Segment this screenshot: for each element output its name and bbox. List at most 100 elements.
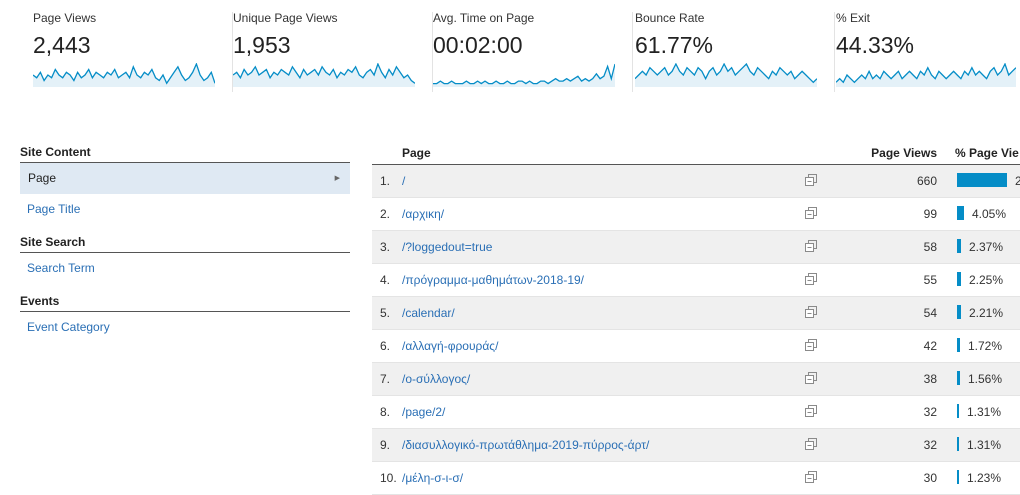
page-views-value: 660 (916, 174, 937, 188)
open-page-icon[interactable] (804, 404, 818, 418)
percent-bar (957, 437, 959, 451)
nav-section-heading: Events (20, 290, 350, 312)
row-number: 10. (380, 471, 397, 485)
column-header-page[interactable]: Page (402, 146, 431, 160)
page-link[interactable]: /page/2/ (402, 405, 445, 419)
metric-sparkline (836, 63, 1016, 87)
table-row: 10. /μέλη-σ-ι-σ/30 1.23% (372, 462, 1020, 495)
row-number: 5. (380, 306, 391, 320)
open-page-icon[interactable] (804, 470, 818, 484)
percent-value: 2.37% (969, 240, 1004, 254)
metric-sparkline (433, 63, 615, 87)
table-row: 8. /page/2/32 1.31% (372, 396, 1020, 429)
column-header-percent-page-views[interactable]: % Page Vie (955, 146, 1019, 160)
table-row: 4. /πρόγραμμα-μαθημάτων-2018-19/55 2.25% (372, 264, 1020, 297)
table-row: 5. /calendar/54 2.21% (372, 297, 1020, 330)
row-number: 8. (380, 405, 391, 419)
metric-divider (834, 12, 835, 92)
nav-item-label: Page (28, 171, 57, 185)
metric-label: % Exit (836, 11, 871, 25)
column-header-page-views[interactable]: Page Views (871, 146, 937, 160)
metric-value: 2,443 (33, 32, 91, 58)
percent-value: 1.72% (968, 339, 1003, 353)
table-row: 7. /ο-σύλλογος/38 1.56% (372, 363, 1020, 396)
nav-section-heading: Site Content (20, 141, 350, 163)
metric-4[interactable]: % Exit 44.33% (836, 10, 1020, 92)
percent-value: 4.05% (972, 207, 1007, 221)
percent-bar (957, 404, 959, 418)
page-link[interactable]: / (402, 174, 405, 188)
metric-value: 44.33% (836, 32, 915, 58)
table-row: 1. / 660 27.0 (372, 165, 1020, 198)
metric-value: 61.77% (635, 32, 714, 58)
nav-item[interactable]: Page Title (20, 194, 350, 225)
page-link[interactable]: /διασυλλογικό-πρωτάθλημα-2019-πύρρος-άρτ… (402, 438, 649, 452)
row-number: 4. (380, 273, 391, 287)
open-page-icon[interactable] (804, 173, 818, 187)
page-link[interactable]: /μέλη-σ-ι-σ/ (402, 471, 463, 485)
nav-item-label: Event Category (27, 320, 110, 334)
page-views-value: 32 (923, 438, 937, 452)
metric-2[interactable]: Avg. Time on Page 00:02:00 (433, 10, 633, 92)
nav-section-heading: Site Search (20, 231, 350, 253)
percent-value: 1.31% (967, 438, 1002, 452)
percent-bar (957, 239, 961, 253)
nav-item-label: Search Term (27, 261, 95, 275)
open-page-icon[interactable] (804, 371, 818, 385)
page-link[interactable]: /αρχικη/ (402, 207, 444, 221)
page-link[interactable]: /ο-σύλλογος/ (402, 372, 470, 386)
sparkline-area (233, 64, 415, 87)
nav-item[interactable]: Search Term (20, 253, 350, 284)
table-header: Page Page Views % Page Vie (372, 141, 1020, 165)
metric-sparkline (233, 63, 415, 87)
open-page-icon[interactable] (804, 272, 818, 286)
page-views-value: 58 (923, 240, 937, 254)
percent-value: 1.56% (968, 372, 1003, 386)
row-number: 3. (380, 240, 391, 254)
nav-item[interactable]: Page ▶ (20, 163, 350, 194)
page-link[interactable]: /πρόγραμμα-μαθημάτων-2018-19/ (402, 273, 584, 287)
percent-bar (957, 470, 959, 484)
row-number: 2. (380, 207, 391, 221)
page-link[interactable]: /?loggedout=true (402, 240, 492, 254)
open-page-icon[interactable] (804, 338, 818, 352)
metric-1[interactable]: Unique Page Views 1,953 (233, 10, 433, 92)
percent-bar (957, 305, 961, 319)
metric-label: Page Views (33, 11, 97, 25)
nav-item[interactable]: Event Category (20, 312, 350, 343)
metric-value: 00:02:00 (433, 32, 523, 58)
page-link[interactable]: /αλλαγή-φρουράς/ (402, 339, 498, 353)
open-page-icon[interactable] (804, 437, 818, 451)
metric-divider (632, 12, 633, 92)
table-row: 3. /?loggedout=true 58 2.37% (372, 231, 1020, 264)
table-row: 6. /αλλαγή-φρουράς/42 1.72% (372, 330, 1020, 363)
page-views-value: 30 (923, 471, 937, 485)
pages-table: Page Page Views % Page Vie 1. / 660 27.0 2. /… (372, 141, 1020, 495)
table-row: 9. /διασυλλογικό-πρωτάθλημα-2019-πύρρος-ά… (372, 429, 1020, 462)
page-views-value: 32 (923, 405, 937, 419)
percent-bar (957, 272, 961, 286)
page-link[interactable]: /calendar/ (402, 306, 455, 320)
table-body: 1. / 660 27.0 2. /αρχικη/99 4.05% 3. /?loggedout… (372, 165, 1020, 495)
open-page-icon[interactable] (804, 206, 818, 220)
metric-label: Avg. Time on Page (433, 11, 535, 25)
page-views-value: 99 (923, 207, 937, 221)
sparkline-line (433, 63, 615, 85)
percent-bar (957, 371, 960, 385)
metric-sparkline (635, 63, 817, 87)
percent-bar (957, 173, 1007, 187)
report-nav: Site Content Page ▶ Page Title Site Search Se… (20, 141, 350, 343)
open-page-icon[interactable] (804, 305, 818, 319)
metric-0[interactable]: Page Views 2,443 (33, 10, 233, 92)
metric-3[interactable]: Bounce Rate 61.77% (635, 10, 835, 92)
table-row: 2. /αρχικη/99 4.05% (372, 198, 1020, 231)
metric-sparkline (33, 63, 215, 87)
open-page-icon[interactable] (804, 239, 818, 253)
metric-label: Unique Page Views (233, 11, 338, 25)
row-number: 9. (380, 438, 391, 452)
metric-strip: Page Views 2,443 Unique Page Views 1,953 Avg… (0, 0, 1020, 100)
page-views-value: 42 (923, 339, 937, 353)
row-number: 6. (380, 339, 391, 353)
row-number: 1. (380, 174, 391, 188)
percent-value: 2.21% (969, 306, 1004, 320)
